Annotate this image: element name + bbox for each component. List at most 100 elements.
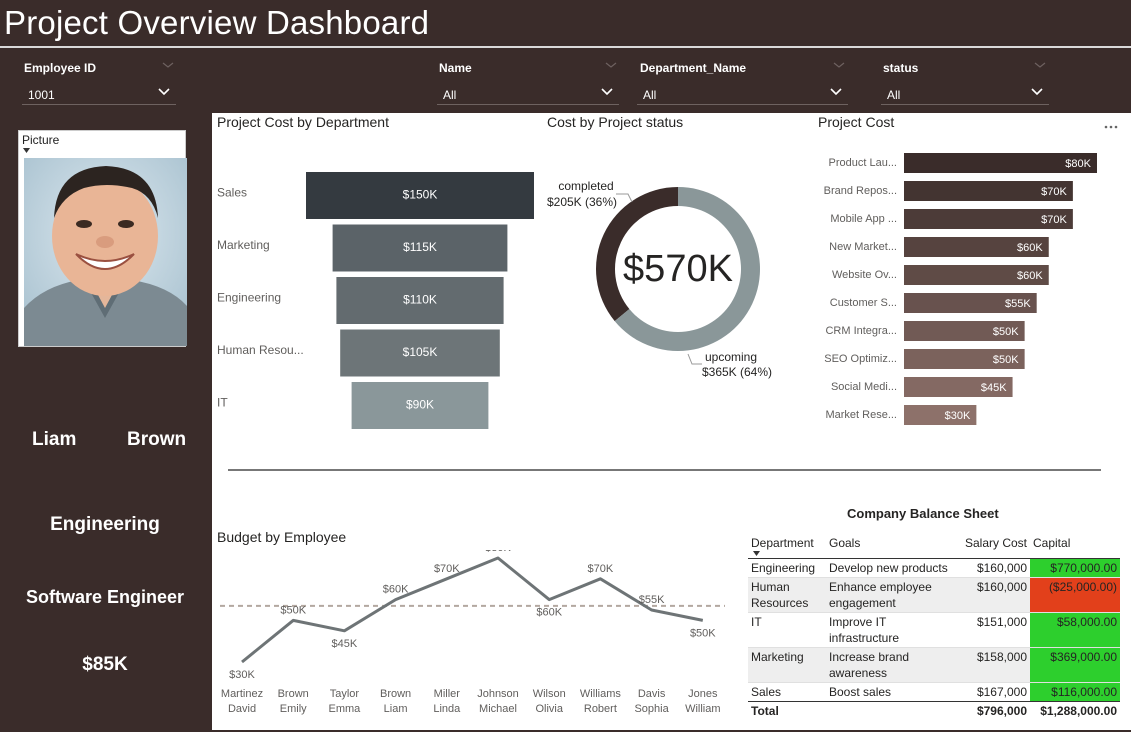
goals-cell: Increase brand awareness: [829, 649, 910, 680]
department-slicer[interactable]: All: [637, 82, 848, 105]
employee-role: Software Engineer: [25, 587, 185, 607]
project-cost-chart-title: Project Cost: [818, 114, 895, 130]
employee-first-name-tick: Olivia: [535, 703, 563, 715]
project-cost-data-label: $80K: [1065, 158, 1091, 170]
title-divider: [0, 46, 1131, 48]
line-chart-title: Budget by Employee: [217, 529, 347, 545]
line-data-label: $30K: [229, 669, 255, 681]
table-row[interactable]: Sales Boost sales $167,000 $116,000.00: [748, 682, 1120, 701]
department-cell: Human Resources: [751, 579, 809, 610]
table-total-row: Total $796,000 $1,288,000.00: [748, 700, 1120, 720]
project-category-label: SEO Optimiz...: [824, 353, 897, 365]
donut-label-name: completed: [558, 179, 613, 193]
project-cost-data-label: $50K: [993, 326, 1019, 338]
line-data-label: $50K: [690, 627, 716, 639]
total-cell: $796,000: [960, 700, 1030, 720]
department-slicer-label: Department_Name: [640, 61, 747, 75]
line-data-label: $70K: [588, 563, 614, 575]
employee-last-name-tick: Brown: [278, 688, 309, 700]
employee-first-name-tick: Robert: [584, 703, 617, 715]
salary-cost-cell: $160,000: [976, 579, 1027, 594]
chevron-down-icon: [601, 88, 613, 96]
employee-first-name-tick: Emily: [280, 703, 307, 715]
project-cost-data-label: $55K: [1005, 298, 1031, 310]
project-category-label: Customer S...: [830, 297, 897, 309]
balance-sheet-table[interactable]: Department Goals Salary Cost Capital Eng…: [748, 534, 1120, 720]
capital-cell: $369,000.00: [1030, 647, 1120, 682]
project-category-label: Website Ov...: [832, 269, 897, 281]
column-header-goals[interactable]: Goals: [826, 534, 960, 559]
line-data-label: $60K: [536, 607, 562, 619]
department-cell: Sales: [751, 684, 782, 699]
employee-photo: [24, 158, 187, 346]
name-slicer[interactable]: All: [437, 82, 619, 105]
status-slicer[interactable]: All: [881, 82, 1049, 105]
picture-visual[interactable]: Picture: [18, 130, 187, 347]
project-category-label: Mobile App ...: [830, 213, 897, 225]
chevron-down-icon: [158, 88, 170, 96]
cost-by-project-status-chart[interactable]: $570K completed $205K (36%) upcoming$365K (…: [540, 170, 810, 390]
balance-sheet-title: Company Balance Sheet: [847, 506, 999, 521]
employee-last-name-tick: Brown: [380, 688, 411, 700]
employee-first-name-tick: Linda: [433, 703, 461, 715]
salary-cost-cell: $158,000: [976, 649, 1027, 664]
project-cost-by-department-chart[interactable]: Sales $150K Marketing $115K Engineering $110K…: [212, 160, 542, 440]
funnel-category-label: Engineering: [217, 291, 281, 305]
project-cost-chart[interactable]: Product Lau... $80K Brand Repos... $70K Mobi…: [812, 145, 1112, 435]
picture-label: Picture: [22, 133, 60, 147]
employee-first-name-tick: David: [228, 703, 256, 715]
employee-last-name-tick: Johnson: [477, 688, 519, 700]
donut-chart-title: Cost by Project status: [547, 114, 684, 130]
salary-cost-cell: $151,000: [976, 614, 1027, 629]
employee-last-name-tick: Jones: [688, 688, 718, 700]
donut-label-name: upcoming: [705, 350, 757, 364]
total-cell: Total: [748, 700, 826, 720]
more-options-icon[interactable]: [1104, 124, 1120, 130]
employee-id-slicer-label: Employee ID: [24, 61, 97, 75]
donut-label-value: $205K (36%): [547, 195, 617, 209]
donut-center-label: $570K: [623, 248, 733, 290]
budget-line[interactable]: [241, 556, 704, 664]
balance-sheet-table-container[interactable]: Department Goals Salary Cost Capital Eng…: [748, 534, 1120, 720]
name-slicer-value: All: [443, 88, 457, 102]
funnel-data-label: $150K: [403, 188, 438, 202]
funnel-category-label: Marketing: [217, 238, 270, 252]
employee-first-name: Liam: [32, 429, 77, 450]
table-row[interactable]: Marketing Increase brand awareness $158,00…: [748, 647, 1120, 682]
department-slicer-chevron-icon[interactable]: [832, 60, 846, 70]
employee-id-slicer[interactable]: 1001: [22, 82, 176, 105]
status-slicer-chevron-icon[interactable]: [1033, 60, 1047, 70]
salary-cost-cell: $167,000: [976, 684, 1027, 699]
employee-last-name-tick: Taylor: [330, 688, 360, 700]
employee-last-name-tick: Williams: [580, 688, 621, 700]
funnel-data-label: $110K: [403, 293, 437, 307]
employee-id-slicer-chevron-icon[interactable]: [161, 60, 175, 70]
page-title: Project Overview Dashboard: [4, 4, 430, 41]
project-cost-data-label: $45K: [981, 382, 1007, 394]
capital-cell: $58,000.00: [1030, 612, 1120, 647]
project-cost-data-label: $60K: [1017, 270, 1043, 282]
funnel-chart-title: Project Cost by Department: [217, 114, 389, 130]
goals-cell: Enhance employee engagement: [829, 579, 932, 610]
capital-cell: $770,000.00: [1030, 558, 1120, 577]
project-category-label: CRM Integra...: [825, 325, 897, 337]
column-header-department[interactable]: Department: [748, 534, 826, 559]
funnel-category-label: Sales: [217, 186, 247, 200]
employee-last-name-tick: Miller: [434, 688, 461, 700]
table-row[interactable]: Human Resources Enhance employee engageme…: [748, 577, 1120, 612]
status-slicer-value: All: [887, 88, 901, 102]
column-header-salary-cost[interactable]: Salary Cost: [960, 534, 1030, 559]
funnel-data-label: $90K: [406, 398, 434, 412]
employee-last-name-tick: Wilson: [533, 688, 566, 700]
employee-first-name-tick: Liam: [384, 703, 408, 715]
budget-by-employee-chart[interactable]: $30K Martinez David $50K Brown Emily $45K Taylo…: [215, 550, 730, 720]
goals-cell: Boost sales: [829, 684, 892, 699]
project-cost-data-label: $30K: [945, 410, 971, 422]
line-data-label: $70K: [434, 563, 460, 575]
employee-last-name-tick: Martinez: [221, 688, 263, 700]
column-header-capital[interactable]: Capital: [1030, 534, 1120, 559]
project-category-label: Product Lau...: [829, 157, 898, 169]
table-row[interactable]: Engineering Develop new products $160,000 $…: [748, 558, 1120, 577]
name-slicer-chevron-icon[interactable]: [604, 60, 618, 70]
table-row[interactable]: IT Improve IT infrastructure $151,000 $58,0…: [748, 612, 1120, 647]
